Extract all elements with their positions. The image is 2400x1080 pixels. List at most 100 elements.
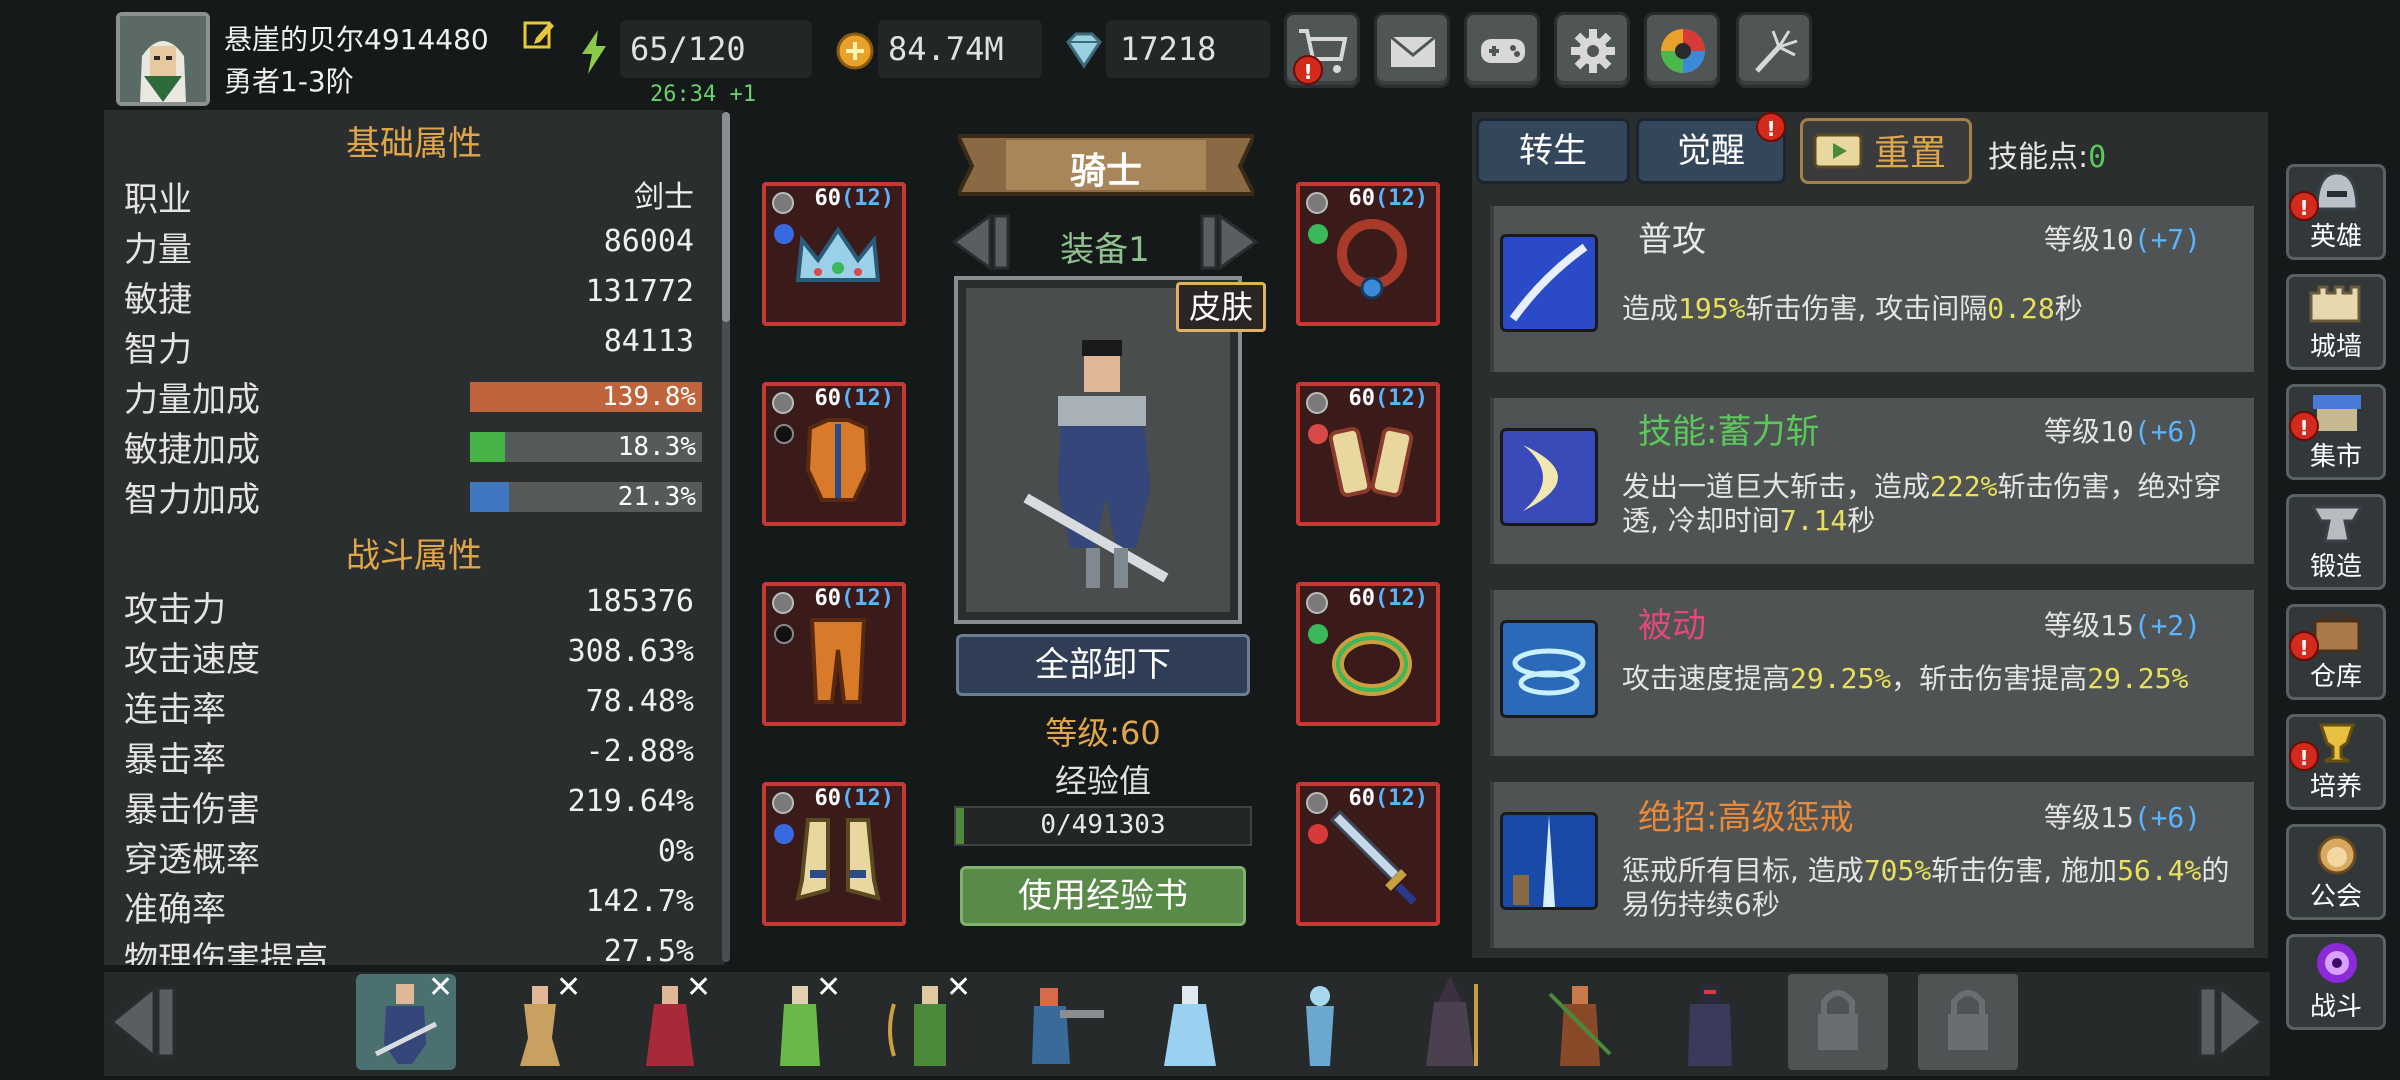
strength-bonus-bar: 139.8% (470, 382, 702, 412)
ring-icon (1332, 632, 1412, 696)
unequip-all-button[interactable]: 全部卸下 (956, 634, 1250, 696)
hero-slot-locked[interactable] (1918, 974, 2018, 1070)
hero-slot-knight[interactable]: ✕ (356, 970, 456, 1070)
dark-wizard-hero-icon (1426, 976, 1478, 1066)
stat-value: 86004 (603, 224, 694, 259)
camera-lens-button[interactable] (1644, 12, 1720, 88)
equip-level: 60(12) (814, 186, 894, 211)
hero-slot-ranger[interactable] (1530, 974, 1630, 1070)
stat-label: 物理伤害提高 (124, 940, 328, 965)
hero-slot-dark-wizard[interactable] (1400, 974, 1500, 1070)
equip-slot-armor[interactable]: 60(12) (762, 382, 906, 526)
remove-hero-icon[interactable]: ✕ (816, 970, 841, 1005)
stat-label: 连击率 (124, 690, 226, 730)
skill-level: 等级10(+7) (2044, 223, 2202, 256)
nav-guild[interactable]: 公会 (2286, 824, 2386, 920)
reset-label: 重置 (1874, 133, 1947, 174)
nav-market[interactable]: ! 集市 (2286, 384, 2386, 480)
bar-value: 21.3% (617, 482, 696, 512)
roster-next-arrow-icon[interactable] (2180, 984, 2266, 1060)
equip-slot-ring[interactable]: 60(12) (1296, 582, 1440, 726)
necklace-icon (1337, 219, 1407, 300)
roster-prev-arrow-icon[interactable] (108, 984, 194, 1060)
scrollbar-thumb[interactable] (722, 112, 730, 322)
gem-value: 17218 (1120, 30, 1217, 68)
nav-label: 公会 (2309, 882, 2362, 912)
crown-icon (795, 226, 881, 282)
stat-label: 穿透概率 (124, 840, 260, 880)
mail-icon (1390, 35, 1436, 67)
attribute-panel[interactable]: 基础属性 职业 剑士 力量 86004 敏捷 131772 智力 84113 力… (104, 110, 724, 965)
video-ad-icon (1813, 133, 1863, 169)
nav-battle[interactable]: 战斗 (2286, 934, 2386, 1030)
skill-level: 等级15(+2) (2044, 609, 2202, 642)
hero-slot-dark-knight[interactable] (1660, 974, 1760, 1070)
rebirth-tab[interactable]: 转生 (1476, 118, 1630, 184)
bracers-icon (1328, 426, 1414, 498)
anvil-icon (2310, 505, 2364, 543)
stat-label: 攻击速度 (124, 640, 260, 680)
hero-slot-frost-spirit[interactable] (1270, 974, 1370, 1070)
stat-label: 暴击率 (124, 740, 226, 780)
hero-slot-sorceress[interactable]: ✕ (620, 970, 720, 1070)
nav-label: 培养 (2309, 772, 2362, 802)
use-exp-book-button[interactable]: 使用经验书 (960, 866, 1246, 926)
sword-icon (1329, 810, 1417, 905)
nav-hero[interactable]: ! 英雄 (2286, 164, 2386, 260)
equip-level: 60(12) (1348, 786, 1428, 811)
skill-name: 技能:蓄力斩 (1638, 412, 1820, 452)
knight-character-icon (1023, 340, 1169, 588)
equip-slot-sword[interactable]: 60(12) (1296, 782, 1440, 926)
stat-label: 职业 (124, 180, 192, 220)
hero-slot-gunner[interactable] (1010, 974, 1110, 1070)
nav-label: 锻造 (2309, 552, 2362, 582)
equip-level: 60(12) (814, 386, 894, 411)
nav-wall[interactable]: 城墙 (2286, 274, 2386, 370)
castle-wall-icon (2309, 285, 2361, 323)
equip-level: 60(12) (1348, 386, 1428, 411)
remove-hero-icon[interactable]: ✕ (946, 970, 971, 1005)
remove-hero-icon[interactable]: ✕ (686, 970, 711, 1005)
player-avatar[interactable] (116, 12, 210, 106)
mail-button[interactable] (1374, 12, 1450, 88)
ultimate-skill-icon (1500, 812, 1598, 910)
remove-hero-icon[interactable]: ✕ (428, 970, 453, 1005)
skill-name: 普攻 (1638, 220, 1706, 260)
nav-warehouse[interactable]: ! 仓库 (2286, 604, 2386, 700)
hero-slot-druid[interactable]: ✕ (750, 970, 850, 1070)
nav-label: 英雄 (2309, 222, 2362, 252)
nav-forge[interactable]: 锻造 (2286, 494, 2386, 590)
prev-loadout-arrow-icon[interactable] (950, 212, 1020, 272)
equip-slot-bracers[interactable]: 60(12) (1296, 382, 1440, 526)
fireworks-button[interactable] (1736, 12, 1812, 88)
remove-hero-icon[interactable]: ✕ (556, 970, 581, 1005)
bar-value: 139.8% (602, 382, 696, 412)
hero-slot-locked[interactable] (1788, 974, 1888, 1070)
nav-train[interactable]: ! 培养 (2286, 714, 2386, 810)
hero-slot-amazon[interactable]: ✕ (490, 970, 590, 1070)
settings-button[interactable] (1554, 12, 1630, 88)
dark-knight-hero-icon (1688, 984, 1732, 1066)
equip-slot-necklace[interactable]: 60(12) (1296, 182, 1440, 326)
skin-button[interactable]: 皮肤 (1176, 282, 1266, 332)
stat-label: 智力加成 (124, 480, 260, 520)
nav-label: 集市 (2309, 442, 2362, 472)
camera-lens-icon (1661, 29, 1705, 73)
stat-label: 智力 (124, 330, 192, 370)
equip-slot-pants[interactable]: 60(12) (762, 582, 906, 726)
skill-level: 等级10(+6) (2044, 415, 2202, 448)
hero-slot-ice-mage[interactable] (1140, 974, 1240, 1070)
edit-icon[interactable] (522, 18, 556, 52)
gamepad-button[interactable] (1464, 12, 1540, 88)
gem-icon (1066, 32, 1102, 69)
stat-label: 力量加成 (124, 380, 260, 420)
hero-slot-elf-archer[interactable]: ✕ (880, 970, 980, 1070)
equip-slot-crown[interactable]: 60(12) (762, 182, 906, 326)
stat-label: 暴击伤害 (124, 790, 260, 830)
next-loadout-arrow-icon[interactable] (1190, 212, 1260, 272)
skill-description: 惩戒所有目标, 造成705%斩击伤害, 施加56.4%的易伤持续6秒 (1622, 854, 2230, 921)
equip-slot-boots[interactable]: 60(12) (762, 782, 906, 926)
hero-level: 等级:60 (1045, 714, 1161, 752)
energy-value: 65/120 (630, 30, 746, 68)
shop-button[interactable]: ! (1284, 12, 1360, 88)
